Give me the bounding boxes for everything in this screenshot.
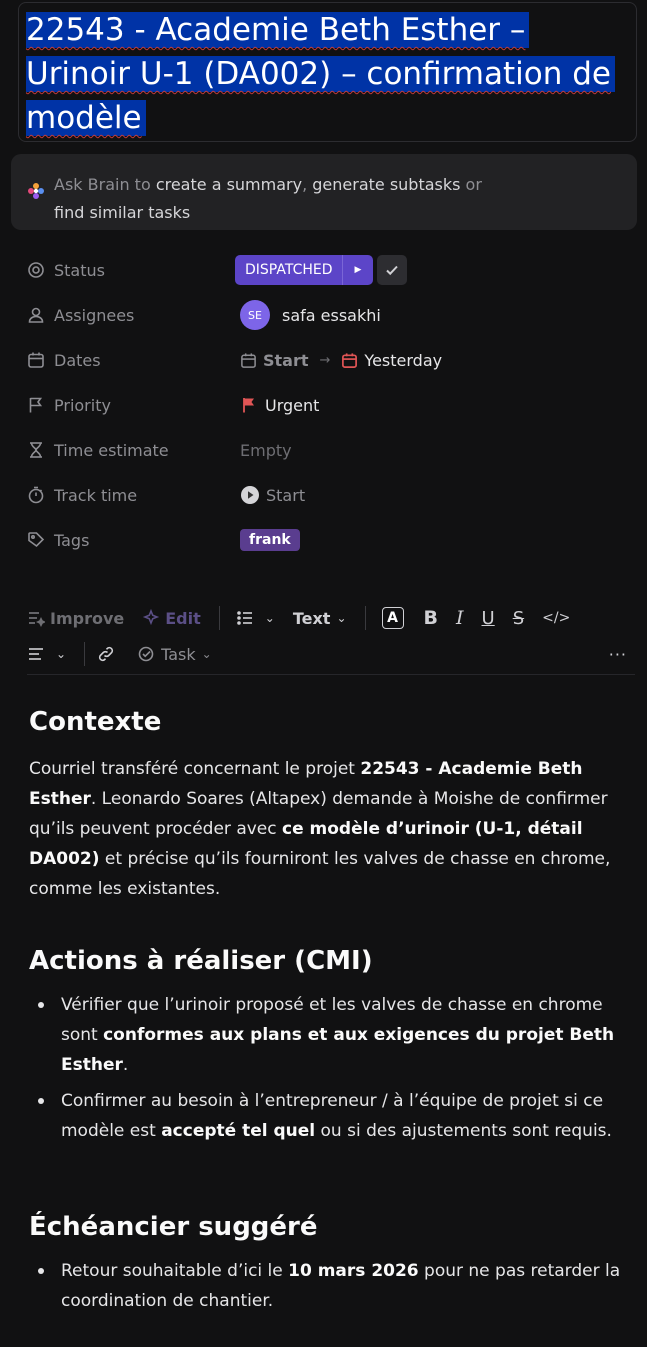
- chevron-down-icon: ⌄: [264, 611, 275, 625]
- stopwatch-icon: [28, 486, 44, 504]
- code-button[interactable]: </>: [542, 610, 570, 626]
- paragraph-contexte: Courriel transféré concernant le projet …: [29, 759, 611, 899]
- toolbar-divider: [364, 606, 366, 630]
- text-color-icon: A: [381, 607, 404, 629]
- heading-contexte: Contexte: [29, 707, 162, 737]
- list-dropdown[interactable]: ⌄: [236, 609, 275, 627]
- hourglass-icon: [30, 442, 42, 458]
- generate-subtasks-link[interactable]: generate subtasks: [312, 175, 460, 194]
- strikethrough-button[interactable]: S: [513, 608, 524, 629]
- dates-field[interactable]: Start → Yesterday: [240, 345, 442, 375]
- more-options-button[interactable]: ···: [609, 645, 627, 664]
- status-next-icon[interactable]: ▶: [342, 255, 373, 285]
- align-left-icon: [29, 648, 43, 660]
- calendar-icon: [28, 352, 44, 368]
- dates-label: Dates: [27, 348, 101, 372]
- toolbar-divider: [218, 606, 220, 630]
- time-estimate-label: Time estimate: [27, 438, 169, 462]
- link-button[interactable]: [97, 645, 120, 663]
- user-icon: [28, 307, 44, 323]
- description-editor[interactable]: Contexte Courriel transféré concernant l…: [29, 705, 629, 1322]
- avatar: SE: [240, 300, 270, 330]
- create-summary-link[interactable]: create a summary: [156, 175, 302, 194]
- priority-value: Urgent: [265, 395, 320, 415]
- underline-button[interactable]: U: [482, 608, 495, 629]
- task-check-icon: [138, 646, 154, 662]
- link-icon: [99, 646, 114, 662]
- ask-brain-panel[interactable]: Ask Brain to create a summary, generate …: [11, 154, 637, 230]
- tag-frank[interactable]: frank: [240, 529, 300, 551]
- tags-field[interactable]: frank: [240, 525, 300, 555]
- calendar-start-icon: [241, 352, 256, 368]
- arrow-right-icon: →: [319, 352, 331, 368]
- list-item: Vérifier que l’urinoir proposé et les va…: [29, 990, 629, 1080]
- priority-field[interactable]: Urgent: [240, 390, 319, 420]
- assignee-chip[interactable]: SE safa essakhi: [240, 300, 381, 330]
- actions-list: Vérifier que l’urinoir proposé et les va…: [29, 990, 629, 1146]
- flag-icon: [29, 397, 43, 413]
- heading-actions: Actions à réaliser (CMI): [29, 946, 373, 976]
- brain-ai-icon: [28, 183, 44, 199]
- status-label: Status: [27, 258, 105, 282]
- bullet-list-icon: [236, 611, 252, 625]
- bold-button[interactable]: B: [424, 607, 438, 629]
- due-date[interactable]: Yesterday: [364, 351, 442, 370]
- track-time-label: Track time: [27, 483, 137, 507]
- chevron-down-icon: ⌄: [56, 647, 67, 661]
- chevron-down-icon: ⌄: [336, 611, 347, 625]
- task-title[interactable]: 22543 - Academie Beth Esther – Urinoir U…: [26, 8, 616, 140]
- track-time-start-button[interactable]: Start: [240, 480, 305, 510]
- ask-brain-prefix: Ask Brain to: [54, 175, 156, 194]
- assignee-name: safa essakhi: [282, 305, 381, 325]
- improve-icon: [29, 612, 45, 627]
- tags-label: Tags: [27, 528, 89, 552]
- toolbar-divider: [27, 674, 635, 675]
- improve-button[interactable]: Improve: [27, 609, 124, 628]
- editor-toolbar-row-1: Improve Edit ⌄ Text ⌄ A B I U S </>: [27, 603, 570, 633]
- tag-icon: [28, 532, 45, 548]
- list-item: Confirmer au besoin à l’entrepreneur / à…: [29, 1086, 629, 1146]
- urgent-flag-icon: [243, 398, 254, 413]
- find-similar-tasks-link[interactable]: find similar tasks: [54, 203, 190, 222]
- status-dropdown[interactable]: DISPATCHED ▶: [235, 255, 373, 285]
- start-date[interactable]: Start: [263, 351, 309, 370]
- align-dropdown[interactable]: ⌄: [27, 645, 66, 663]
- calendar-due-icon: [342, 352, 358, 368]
- chevron-down-icon: ⌄: [201, 647, 212, 661]
- time-estimate-field[interactable]: Empty: [240, 435, 292, 465]
- task-dropdown[interactable]: Task ⌄: [138, 645, 212, 664]
- status-value: DISPATCHED: [245, 262, 333, 278]
- ai-edit-button[interactable]: Edit: [142, 609, 201, 628]
- editor-toolbar-row-2: ⌄ Task ⌄ ···: [27, 639, 627, 669]
- italic-button[interactable]: I: [456, 607, 464, 629]
- check-icon: [386, 265, 398, 276]
- status-icon: [28, 262, 44, 278]
- toolbar-divider: [84, 642, 86, 666]
- play-icon: [241, 486, 259, 504]
- schedule-list: Retour souhaitable d’ici le 10 mars 2026…: [29, 1256, 629, 1316]
- list-item: Retour souhaitable d’ici le 10 mars 2026…: [29, 1256, 629, 1316]
- priority-label: Priority: [27, 393, 111, 417]
- sparkle-icon: [143, 609, 160, 626]
- heading-echeancier: Échéancier suggéré: [29, 1212, 318, 1242]
- text-color-button[interactable]: A: [381, 607, 404, 629]
- code-icon: </>: [542, 610, 571, 626]
- text-style-dropdown[interactable]: Text ⌄: [293, 609, 347, 628]
- complete-status-button[interactable]: [377, 255, 407, 285]
- assignees-label: Assignees: [27, 303, 134, 327]
- ask-brain-text: Ask Brain to create a summary, generate …: [54, 175, 482, 222]
